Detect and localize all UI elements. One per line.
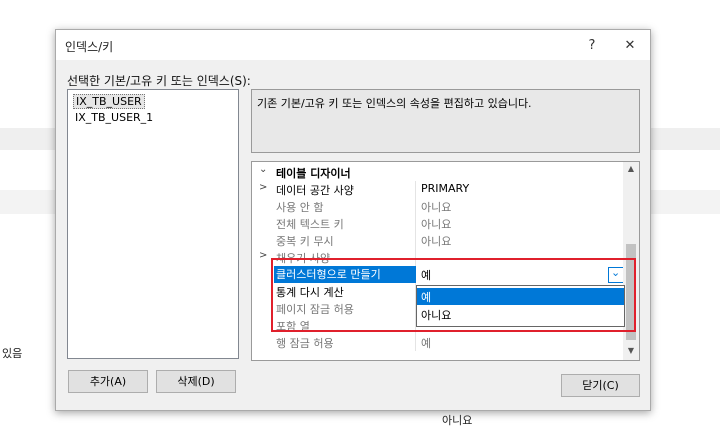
close-button[interactable]: 닫기(C) (561, 374, 640, 397)
column-separator (415, 181, 416, 198)
property-name: 행 잠금 허용 (276, 337, 334, 350)
column-separator (415, 215, 416, 232)
list-item[interactable]: IX_TB_USER_1 (73, 111, 155, 124)
scroll-up-icon[interactable]: ▲ (623, 164, 639, 173)
index-keys-dialog: 인덱스/키 ? ✕ 선택한 기본/고유 키 또는 인덱스(S): IX_TB_U… (55, 29, 651, 411)
property-name: 전체 텍스트 키 (276, 218, 344, 231)
scroll-down-icon[interactable]: ▼ (623, 346, 639, 355)
property-value: 아니요 (421, 218, 452, 231)
dialog-titlebar: 인덱스/키 ? ✕ (56, 30, 650, 60)
property-name: 중복 키 무시 (276, 235, 334, 248)
index-list-label: 선택한 기본/고유 키 또는 인덱스(S): (67, 74, 251, 88)
property-value: 아니요 (421, 201, 452, 214)
property-name: 데이터 공간 사양 (276, 184, 354, 197)
background-bottom-text: 아니요 (442, 414, 473, 427)
delete-button[interactable]: 삭제(D) (156, 370, 236, 393)
background-side-text: 있음 (2, 347, 23, 360)
property-row[interactable]: > 데이터 공간 사양 PRIMARY (252, 181, 623, 198)
help-icon[interactable]: ? (580, 36, 604, 56)
description-text: 기존 기본/고유 키 또는 인덱스의 속성을 편집하고 있습니다. (257, 97, 532, 110)
property-row[interactable]: 전체 텍스트 키 아니요 (252, 215, 623, 232)
property-value: PRIMARY (421, 182, 470, 195)
property-name: 사용 안 함 (276, 201, 324, 214)
add-button[interactable]: 추가(A) (68, 370, 148, 393)
property-row[interactable]: 행 잠금 허용 예 (252, 334, 623, 351)
chevron-down-icon[interactable]: ⌄ (259, 164, 267, 175)
property-row[interactable]: 중복 키 무시 아니요 (252, 232, 623, 249)
dialog-title: 인덱스/키 (65, 40, 114, 54)
category-label: 테이블 디자이너 (276, 167, 351, 180)
annotation-highlight-box (271, 258, 636, 332)
property-row[interactable]: 사용 안 함 아니요 (252, 198, 623, 215)
chevron-right-icon[interactable]: > (259, 182, 267, 193)
property-value: 아니요 (421, 235, 452, 248)
list-item[interactable]: IX_TB_USER (73, 94, 145, 109)
column-separator (415, 334, 416, 351)
property-value: 예 (421, 337, 432, 350)
close-icon[interactable]: ✕ (618, 36, 642, 56)
description-box: 기존 기본/고유 키 또는 인덱스의 속성을 편집하고 있습니다. (251, 89, 640, 153)
column-separator (415, 198, 416, 215)
chevron-right-icon[interactable]: > (259, 250, 267, 261)
index-listbox[interactable]: IX_TB_USER IX_TB_USER_1 (67, 89, 239, 359)
column-separator (415, 232, 416, 249)
category-row[interactable]: ⌄ 테이블 디자이너 (252, 164, 623, 181)
